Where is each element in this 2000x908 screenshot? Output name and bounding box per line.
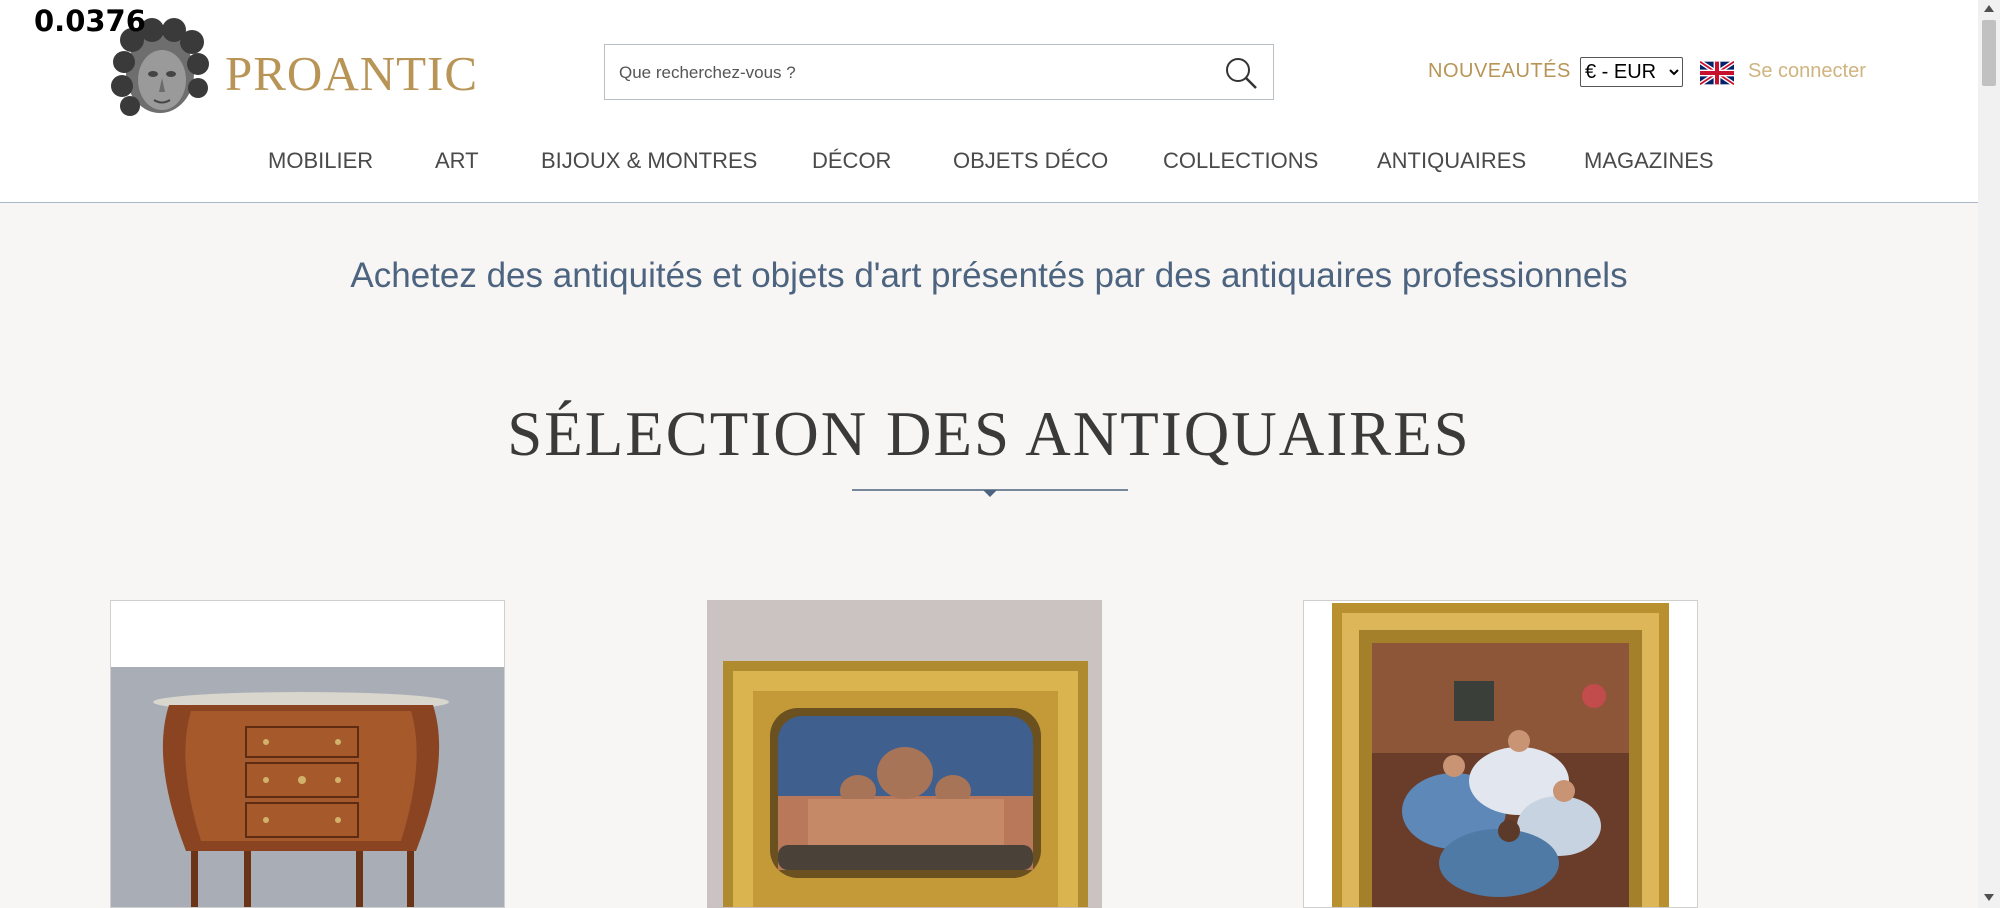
nav-item-objets-deco[interactable]: OBJETS DÉCO (953, 148, 1108, 174)
nav-item-art[interactable]: ART (435, 148, 479, 174)
product-card[interactable] (707, 600, 1102, 908)
main-nav: MOBILIER ART BIJOUX & MONTRES DÉCOR OBJE… (0, 148, 1978, 178)
overlay-value: 0.0376 (34, 4, 146, 38)
nav-item-magazines[interactable]: MAGAZINES (1584, 148, 1714, 174)
brand-logo-text[interactable]: PROANTIC (225, 45, 478, 102)
vertical-scrollbar[interactable] (1978, 0, 2000, 908)
new-arrivals-link[interactable]: NOUVEAUTÉS (1428, 60, 1571, 83)
nav-item-bijoux-montres[interactable]: BIJOUX & MONTRES (541, 148, 757, 174)
nav-item-antiquaires[interactable]: ANTIQUAIRES (1377, 148, 1526, 174)
currency-select[interactable]: € - EUR (1580, 57, 1683, 87)
ballerinas-painting-gilt-frame-image (1304, 601, 1697, 907)
search-bar (604, 44, 1274, 100)
site-header: PROANTIC NOUVEAUTÉS € - EUR Se connecter… (0, 0, 1978, 203)
product-card[interactable] (110, 600, 505, 908)
venice-painting-gilt-frame-image (708, 601, 1101, 907)
search-input[interactable] (617, 59, 1201, 87)
scroll-down-arrow-icon[interactable] (1982, 891, 1996, 903)
uk-flag-icon[interactable] (1700, 61, 1734, 85)
nav-item-decor[interactable]: DÉCOR (812, 148, 891, 174)
nav-item-collections[interactable]: COLLECTIONS (1163, 148, 1318, 174)
search-icon[interactable] (1223, 55, 1259, 91)
nav-item-mobilier[interactable]: MOBILIER (268, 148, 373, 174)
tagline: Achetez des antiquités et objets d'art p… (350, 256, 1628, 295)
product-card[interactable] (1303, 600, 1698, 908)
section-title: SÉLECTION DES ANTIQUAIRES (507, 399, 1471, 469)
demilune-commode-image (111, 601, 504, 907)
scroll-up-arrow-icon[interactable] (1982, 3, 1996, 15)
scrollbar-thumb[interactable] (1982, 20, 1996, 86)
login-link[interactable]: Se connecter (1748, 60, 1866, 83)
title-divider (852, 489, 1128, 497)
